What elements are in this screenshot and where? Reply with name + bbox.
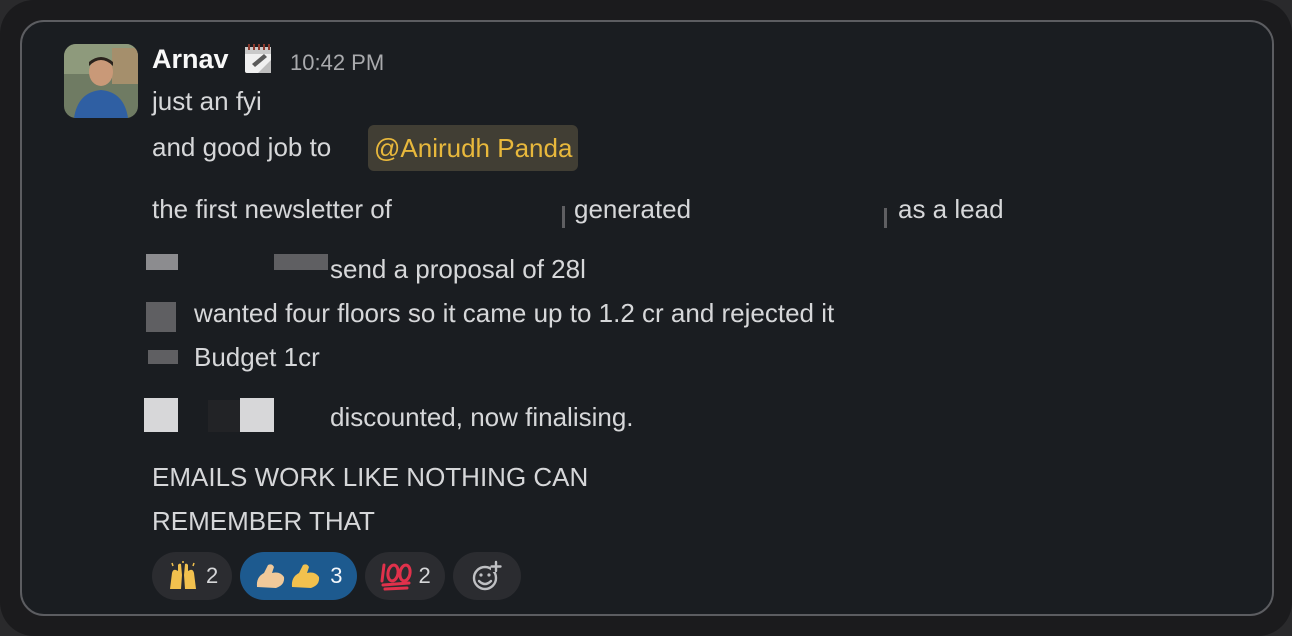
reaction-count: 3	[330, 563, 343, 588]
reaction-raised-hands[interactable]: 2	[152, 552, 233, 600]
redacted-block	[208, 400, 240, 432]
raised-hands-icon	[170, 561, 196, 589]
add-reaction-icon	[472, 560, 502, 591]
reaction-count: 2	[206, 563, 219, 588]
window-frame: Arnav 10:42 PM just an fyi and good job …	[0, 0, 1292, 636]
redacted-block	[240, 398, 274, 432]
message-line: the first newsletter of	[152, 194, 392, 224]
calendar-icon[interactable]	[244, 44, 272, 74]
message-line-fragment: generated	[574, 194, 692, 224]
message-line: and good job to	[152, 132, 332, 162]
message-line: just an fyi	[152, 86, 262, 116]
message-line: wanted four floors so it came up to 1.2 …	[194, 298, 835, 328]
redacted-block	[274, 254, 328, 270]
redacted-block	[148, 350, 178, 364]
author-name[interactable]: Arnav	[152, 44, 229, 75]
reaction-count: 2	[418, 563, 431, 588]
message-line: Budget 1cr	[194, 342, 320, 372]
add-reaction-button[interactable]	[452, 552, 521, 600]
redacted-block	[562, 206, 565, 228]
redacted-block	[146, 254, 178, 270]
user-mention[interactable]: @Anirudh Panda	[368, 125, 579, 171]
message-line: send a proposal of 28l	[330, 254, 586, 284]
redacted-block	[144, 398, 178, 432]
hundred-points-icon	[380, 563, 412, 591]
message-line: REMEMBER THAT	[152, 506, 375, 536]
reaction-flexed-biceps[interactable]: 3	[240, 552, 357, 600]
reaction-hundred-points[interactable]: 2	[364, 552, 445, 600]
redacted-block	[146, 302, 176, 332]
message-line-fragment: as a lead	[898, 194, 1004, 224]
flexed-biceps-icon	[257, 564, 320, 588]
message-line: EMAILS WORK LIKE NOTHING CAN	[152, 462, 589, 492]
message-line: discounted, now finalising.	[330, 402, 634, 432]
timestamp[interactable]: 10:42 PM	[290, 50, 384, 76]
reactions-bar: 2 3 2	[152, 552, 521, 600]
redacted-block	[884, 208, 887, 228]
message-card: Arnav 10:42 PM just an fyi and good job …	[20, 20, 1274, 616]
avatar[interactable]	[64, 44, 138, 118]
